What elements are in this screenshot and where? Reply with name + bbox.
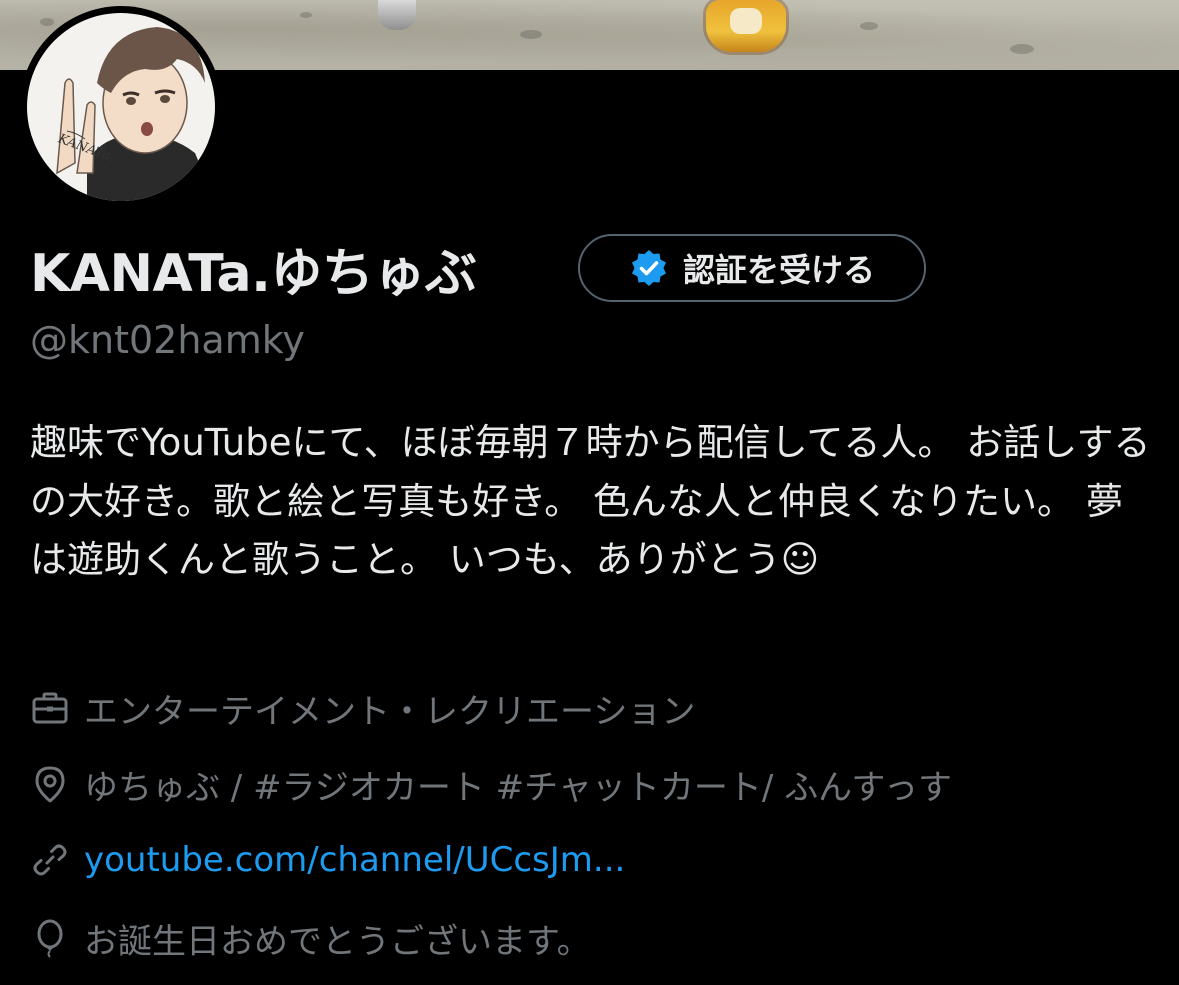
avatar[interactable]: KANATa.: [20, 6, 222, 208]
briefcase-icon: [30, 688, 70, 728]
profile-location: ゆちゅぶ / #ラジオカート #チャットカート/ ふんすっす: [30, 762, 953, 808]
profile-birthday: お誕生日おめでとうございます。: [30, 916, 591, 962]
birthday-text: お誕生日おめでとうございます。: [84, 921, 591, 962]
location-pin-icon: [30, 764, 70, 804]
avatar-illustration: [56, 27, 215, 201]
banner-texture: [300, 12, 312, 18]
profile-category: エンターテイメント・レクリエーション: [30, 686, 696, 732]
banner-texture: [1010, 44, 1034, 54]
website-link[interactable]: youtube.com/channel/UCcsJm...: [84, 840, 625, 880]
banner-toy-figure: [378, 0, 416, 30]
username-handle: @knt02hamky: [30, 318, 305, 362]
display-name: KANATa.ゆちゅぶ: [30, 243, 477, 304]
get-verified-button[interactable]: 認証を受ける: [578, 234, 926, 302]
banner-texture: [860, 22, 878, 30]
link-icon: [30, 840, 70, 880]
banner-texture: [520, 30, 542, 39]
location-text: ゆちゅぶ / #ラジオカート #チャットカート/ ふんすっす: [84, 767, 953, 808]
profile-bio: 趣味でYouTubeにて、ほぼ毎朝７時から配信してる人。 お話しするの大好き。歌…: [30, 421, 1151, 581]
verified-badge-icon: [629, 248, 669, 288]
profile-name-row: KANATa.ゆちゅぶ: [30, 232, 477, 304]
avatar-image: KANATa.: [27, 13, 215, 201]
get-verified-label: 認証を受ける: [682, 251, 875, 289]
category-text: エンターテイメント・レクリエーション: [84, 691, 696, 732]
profile-website: youtube.com/channel/UCcsJm...: [30, 838, 625, 882]
balloon-icon: [30, 918, 70, 958]
banner-toy-car: [706, 0, 786, 52]
